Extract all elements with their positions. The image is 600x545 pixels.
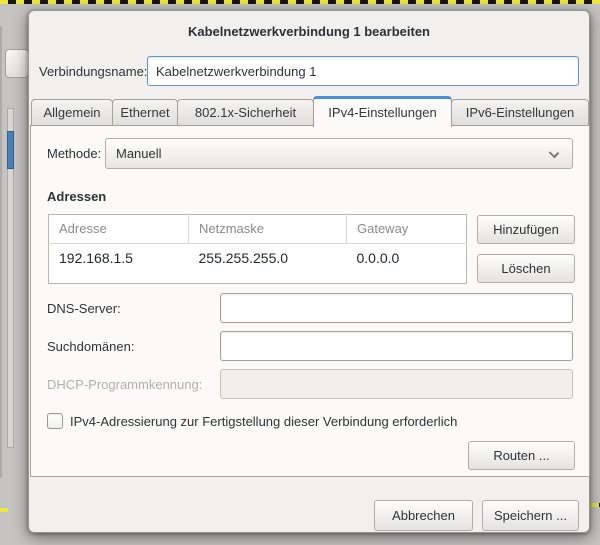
tab-label: 802.1x-Sicherheit <box>195 105 296 120</box>
method-selected-value: Manuell <box>116 146 162 161</box>
tab-8021x-sicherheit[interactable]: 802.1x-Sicherheit <box>177 99 314 126</box>
cancel-button[interactable]: Abbrechen <box>374 500 473 531</box>
address-table[interactable]: Adresse Netzmaske Gateway 192.168.1.5 25… <box>48 214 467 284</box>
button-label: Abbrechen <box>392 508 455 523</box>
tab-label: Allgemein <box>43 105 100 120</box>
column-header-netzmaske[interactable]: Netzmaske <box>189 215 347 244</box>
chevron-down-icon <box>549 148 559 158</box>
tab-label: IPv6-Einstellungen <box>466 105 574 120</box>
method-dropdown[interactable]: Manuell <box>105 138 573 169</box>
tab-label: IPv4-Einstellungen <box>328 105 436 120</box>
column-header-adresse[interactable]: Adresse <box>49 215 189 244</box>
ipv4-settings-panel: Methode: Manuell Adressen Adresse Netzma… <box>30 125 590 477</box>
button-label: Hinzufügen <box>493 222 559 237</box>
search-domains-input[interactable] <box>220 331 573 361</box>
routes-button[interactable]: Routen ... <box>468 441 575 470</box>
method-label: Methode: <box>47 146 101 161</box>
selection-ants-right <box>591 503 600 507</box>
background-window-button-fragment <box>5 49 29 78</box>
delete-address-button[interactable]: Löschen <box>477 254 575 283</box>
cell-gateway[interactable]: 0.0.0.0 <box>347 244 467 284</box>
addresses-section-title: Adressen <box>47 189 106 204</box>
dialog-title: Kabelnetzwerkverbindung 1 bearbeiten <box>29 24 589 39</box>
selection-ants-top <box>0 0 600 4</box>
dns-server-label: DNS-Server: <box>47 301 121 316</box>
button-label: Routen ... <box>493 448 549 463</box>
tab-ethernet[interactable]: Ethernet <box>112 99 178 126</box>
tab-allgemein[interactable]: Allgemein <box>31 99 113 126</box>
tab-ipv6-einstellungen[interactable]: IPv6-Einstellungen <box>451 99 589 126</box>
column-header-gateway[interactable]: Gateway <box>347 215 467 244</box>
connection-name-label: Verbindungsname: <box>39 64 147 79</box>
cell-netzmaske[interactable]: 255.255.255.0 <box>189 244 347 284</box>
tab-label: Ethernet <box>120 105 169 120</box>
settings-tabbar: Allgemein Ethernet 802.1x-Sicherheit IPv… <box>31 94 588 126</box>
save-button[interactable]: Speichern ... <box>482 500 579 531</box>
connection-name-input[interactable] <box>147 56 579 86</box>
edit-connection-dialog: Kabelnetzwerkverbindung 1 bearbeiten Ver… <box>28 10 590 533</box>
tab-ipv4-einstellungen[interactable]: IPv4-Einstellungen <box>313 96 452 127</box>
require-ipv4-label: IPv4-Adressierung zur Fertigstellung die… <box>70 414 457 429</box>
dhcp-client-id-input <box>220 369 573 399</box>
add-address-button[interactable]: Hinzufügen <box>477 215 575 244</box>
address-table-header-row: Adresse Netzmaske Gateway <box>49 215 467 244</box>
button-label: Speichern ... <box>494 508 567 523</box>
cell-adresse[interactable]: 192.168.1.5 <box>49 244 189 284</box>
dns-server-input[interactable] <box>220 293 573 323</box>
background-window-edge <box>0 26 2 478</box>
require-ipv4-checkbox[interactable] <box>47 413 63 429</box>
search-domains-label: Suchdomänen: <box>47 339 134 354</box>
background-window-scrollbar-slider <box>7 131 14 169</box>
table-row[interactable]: 192.168.1.5 255.255.255.0 0.0.0.0 <box>49 244 467 284</box>
selection-ants-left <box>0 508 8 512</box>
button-label: Löschen <box>501 261 550 276</box>
dhcp-client-id-label: DHCP-Programmkennung: <box>47 377 202 392</box>
